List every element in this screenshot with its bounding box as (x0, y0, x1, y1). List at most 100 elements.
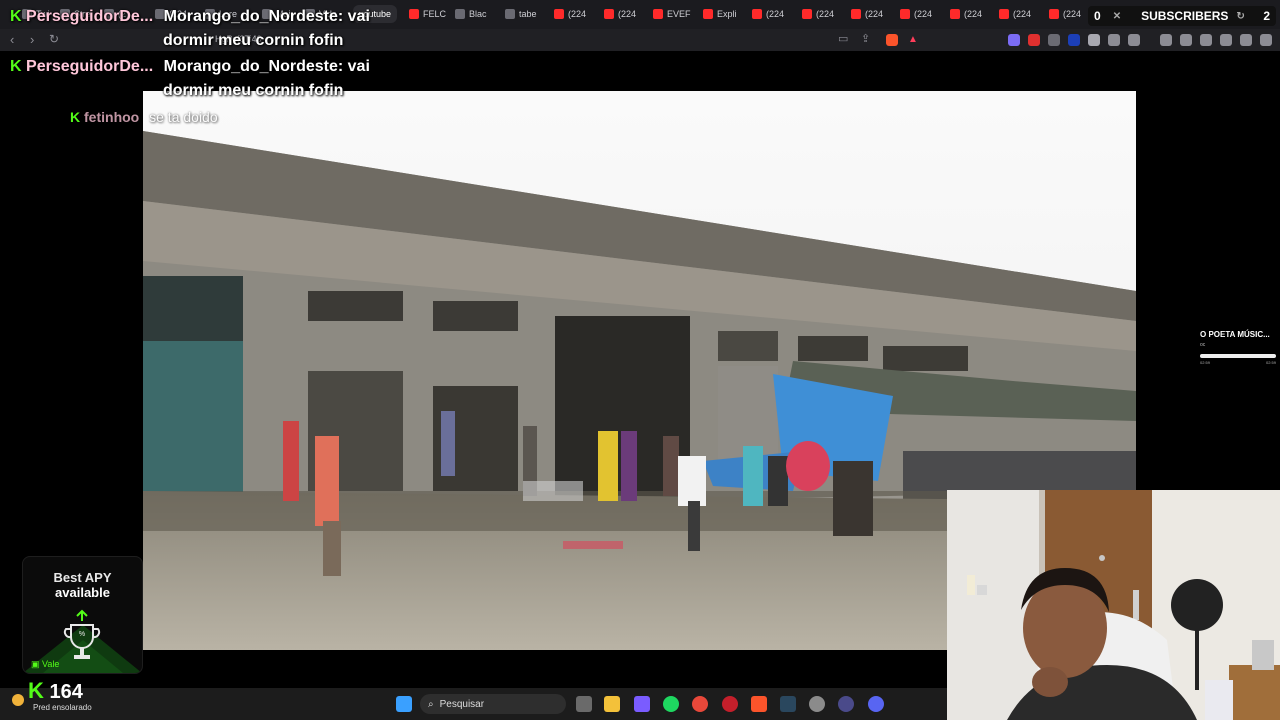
opera-icon[interactable] (722, 696, 738, 712)
tab-favicon-icon (653, 9, 663, 19)
extension-icon[interactable] (1048, 34, 1060, 46)
brave-shield-icon[interactable] (886, 34, 898, 46)
track-total: 02:59 (1265, 360, 1276, 365)
viewer-count-value: 164 (49, 681, 83, 703)
browser-tab[interactable]: Blac (455, 5, 487, 23)
wallet-icon[interactable] (1200, 34, 1212, 46)
tab-label: Blac (469, 9, 487, 19)
sun-icon (12, 694, 24, 706)
chat-text: dormir meu cornin fofin (163, 82, 344, 99)
tab-label: (224 (914, 9, 933, 19)
brave-icon[interactable] (751, 696, 767, 712)
tab-favicon-icon (1049, 9, 1059, 19)
tab-favicon-icon (999, 9, 1009, 19)
track-title: O POETA MÚSIC... (1200, 330, 1270, 339)
tab-label: Expli (717, 9, 737, 19)
tab-favicon-icon (950, 9, 960, 19)
media-icon[interactable] (1160, 34, 1172, 46)
chat-username: PerseguidorDe... (26, 58, 154, 75)
chat-message: K fetinhoo se ta doido (70, 105, 218, 129)
browser-tab[interactable]: tabe (505, 5, 537, 23)
brave-rewards-icon[interactable]: ▲ (908, 34, 920, 46)
browser-tab[interactable]: FELC (409, 5, 446, 23)
tab-label: (224 (618, 9, 637, 19)
apps-icon[interactable] (634, 696, 650, 712)
tab-label: FELC (423, 9, 447, 19)
webcam-feed (947, 490, 1280, 720)
browser-tab[interactable]: (224 (554, 5, 586, 23)
browser-tab[interactable]: (224 (999, 5, 1031, 23)
extension-icon[interactable] (1088, 34, 1100, 46)
browser-tab[interactable]: (224 (802, 5, 834, 23)
tab-label: (224 (865, 9, 884, 19)
tab-favicon-icon (900, 9, 910, 19)
browser-tab[interactable]: EVEF (653, 5, 691, 23)
promo-line1: Best APY (53, 570, 112, 585)
browser-tab[interactable]: (224 (604, 5, 636, 23)
sidebar-icon[interactable] (1180, 34, 1192, 46)
tab-label: tabe (519, 9, 537, 19)
menu-icon[interactable] (1260, 34, 1272, 46)
tab-favicon-icon (604, 9, 614, 19)
discord-icon[interactable] (868, 696, 884, 712)
search-placeholder: Pesquisar (439, 698, 485, 710)
leo-icon[interactable] (1220, 34, 1232, 46)
puzzle-icon[interactable] (1108, 34, 1120, 46)
tab-favicon-icon (505, 9, 515, 19)
spotify-icon[interactable] (663, 696, 679, 712)
refresh-icon: ↻ (1236, 10, 1245, 22)
reload-icon[interactable]: ↻ (49, 32, 59, 46)
kick-logo-icon: K (10, 8, 22, 25)
browser-tab[interactable]: Expli (703, 5, 737, 23)
tab-label: EVEF (667, 9, 691, 19)
tab-favicon-icon (455, 9, 465, 19)
kick-logo-icon: K (70, 109, 81, 125)
task-view-icon[interactable] (576, 696, 592, 712)
track-artist: oc (1200, 342, 1206, 348)
taskbar-search[interactable]: ⌕ Pesquisar (420, 694, 566, 714)
extension-icon[interactable] (1008, 34, 1020, 46)
tab-favicon-icon (802, 9, 812, 19)
forward-icon[interactable]: › (30, 32, 34, 47)
close-icon: ✕ (1112, 10, 1122, 22)
subscribers-left-count: 0 (1094, 9, 1101, 23)
app-icon[interactable] (838, 696, 854, 712)
now-playing-widget: O POETA MÚSIC... oc 02:59 02:59 (1200, 330, 1276, 365)
tab-label: (224 (816, 9, 835, 19)
extension-icon[interactable] (1068, 34, 1080, 46)
promo-card: Best APY available % ▣ Vale (22, 556, 143, 674)
chat-text: dormir meu cornin fofin (163, 32, 344, 49)
chat-message: K PerseguidorDe... Morango_do_Nordeste: … (10, 55, 370, 79)
tab-label: (224 (1063, 9, 1082, 19)
browser-tab[interactable]: (224 (1049, 5, 1081, 23)
obs-icon[interactable] (809, 696, 825, 712)
browser-tab[interactable]: (224 (900, 5, 932, 23)
browser-tab[interactable]: (224 (851, 5, 883, 23)
kick-logo-icon: K (28, 678, 44, 703)
back-icon[interactable]: ‹ (10, 32, 14, 47)
track-progress-bar (1200, 354, 1276, 358)
extension-icon[interactable] (1028, 34, 1040, 46)
kick-logo-icon: K (10, 58, 22, 75)
file-explorer-icon[interactable] (604, 696, 620, 712)
subscribers-label: SUBSCRIBERS (1141, 9, 1229, 23)
browser-tab[interactable]: (224 (950, 5, 982, 23)
tab-label: (224 (1013, 9, 1032, 19)
vpn-icon[interactable] (1240, 34, 1252, 46)
tab-favicon-icon (409, 9, 419, 19)
screen-cast-icon[interactable]: ▭ (838, 32, 848, 45)
tab-label: (224 (766, 9, 785, 19)
chat-message: K PerseguidorDe... Morango_do_Nordeste: … (10, 5, 370, 29)
share-icon[interactable]: ⇪ (861, 32, 870, 45)
screenshot-icon[interactable] (1128, 34, 1140, 46)
chat-text: se ta doido (149, 109, 218, 125)
steam-icon[interactable] (780, 696, 796, 712)
windows-start-icon[interactable] (396, 696, 412, 712)
tab-favicon-icon (752, 9, 762, 19)
tab-favicon-icon (554, 9, 564, 19)
browser-tab[interactable]: (224 (752, 5, 784, 23)
chrome-icon[interactable] (692, 696, 708, 712)
chat-username: PerseguidorDe... (26, 8, 154, 25)
chat-text: Morango_do_Nordeste: vai (163, 8, 370, 25)
tab-label: (224 (568, 9, 587, 19)
